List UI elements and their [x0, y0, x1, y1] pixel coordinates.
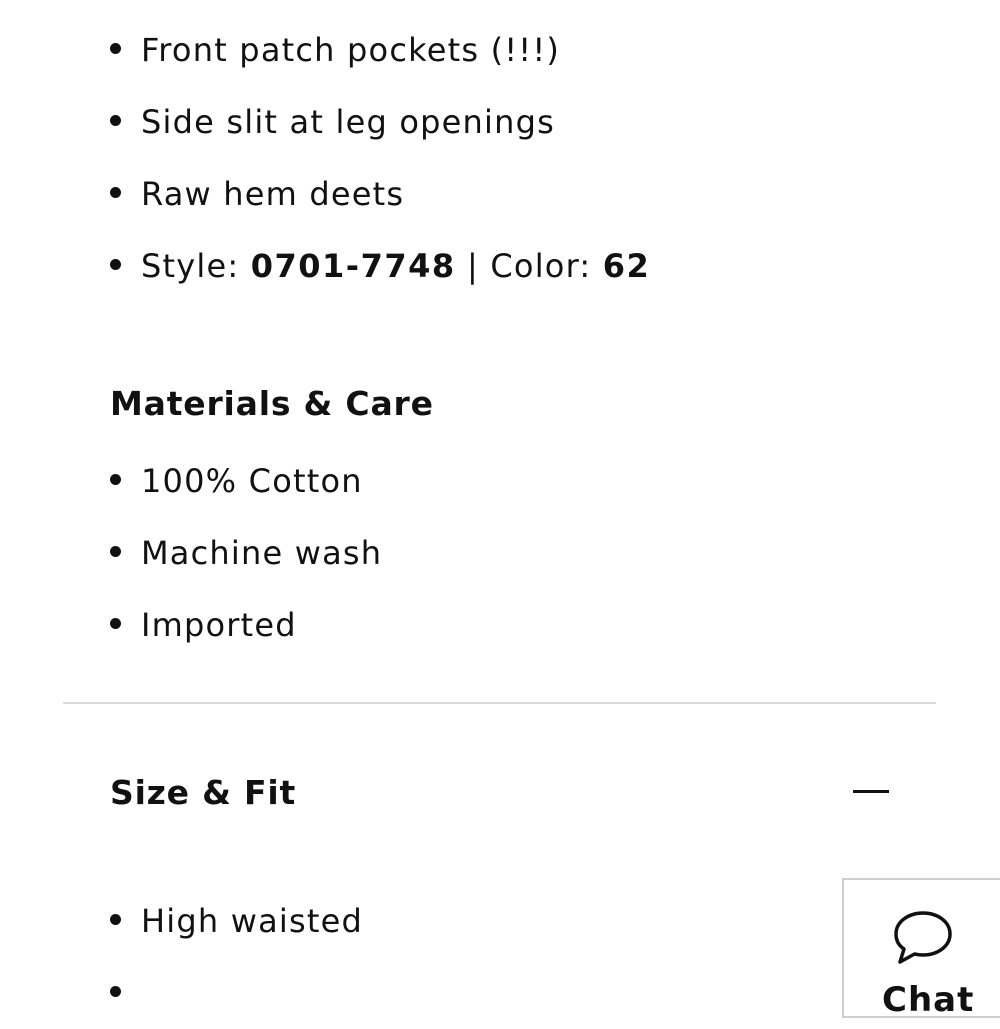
bullet-icon: [110, 546, 121, 557]
fit-text: High waisted: [141, 902, 364, 940]
size-fit-list: High waisted: [108, 885, 363, 1029]
care-item: Imported: [108, 589, 382, 661]
style-color-item: Style: 0701-7748 | Color: 62: [108, 230, 650, 302]
fit-item: High waisted: [108, 885, 363, 957]
care-item: 100% Cotton: [108, 445, 382, 517]
feature-item: Side slit at leg openings: [108, 86, 650, 158]
bullet-icon: [110, 259, 121, 270]
care-text: Machine wash: [141, 534, 383, 572]
feature-text: Raw hem deets: [141, 175, 405, 213]
chat-bubble-icon: [892, 910, 954, 968]
style-color-separator: |: [455, 247, 491, 285]
bullet-icon: [110, 187, 121, 198]
materials-care-list: 100% Cotton Machine wash Imported: [108, 445, 382, 661]
style-label: Style:: [141, 247, 251, 285]
minus-icon[interactable]: [853, 790, 889, 793]
materials-care-heading: Materials & Care: [110, 384, 434, 423]
care-item: Machine wash: [108, 517, 382, 589]
product-features-list: Front patch pockets (!!!) Side slit at l…: [108, 14, 650, 302]
bullet-icon: [110, 914, 121, 925]
section-divider: [63, 702, 936, 704]
bullet-icon: [110, 618, 121, 629]
bullet-icon: [110, 115, 121, 126]
size-fit-accordion-toggle[interactable]: Size & Fit: [0, 755, 1000, 831]
chat-label: Chat: [882, 980, 975, 1020]
fit-item: [108, 957, 363, 1029]
bullet-icon: [110, 986, 121, 997]
chat-button[interactable]: Chat: [842, 878, 1000, 1020]
feature-item: Front patch pockets (!!!): [108, 14, 650, 86]
bullet-icon: [110, 474, 121, 485]
feature-text: Side slit at leg openings: [141, 103, 555, 141]
care-text: Imported: [141, 606, 297, 644]
care-text: 100% Cotton: [141, 462, 363, 500]
size-fit-heading: Size & Fit: [110, 773, 297, 812]
color-label: Color:: [490, 247, 603, 285]
color-code: 62: [602, 247, 651, 285]
style-number: 0701-7748: [250, 247, 456, 285]
feature-item: Raw hem deets: [108, 158, 650, 230]
bullet-icon: [110, 43, 121, 54]
feature-text: Front patch pockets (!!!): [141, 31, 561, 69]
